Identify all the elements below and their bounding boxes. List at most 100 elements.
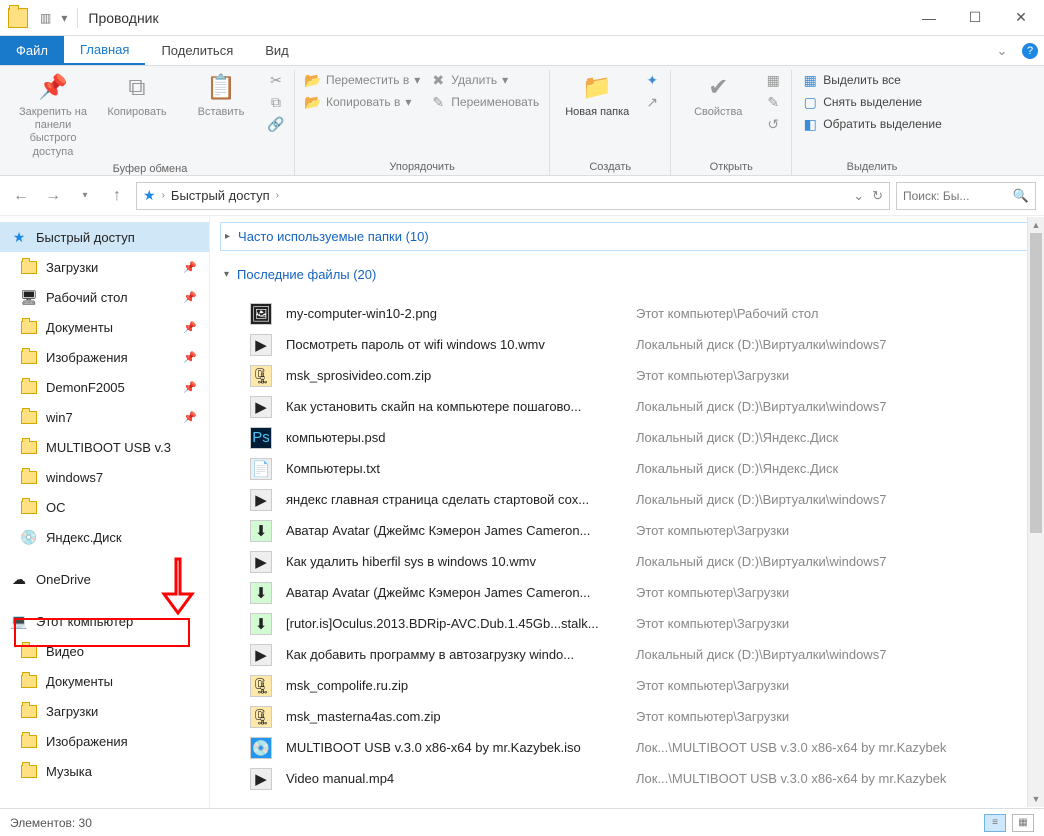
minimize-button[interactable]: —: [906, 0, 952, 36]
qat-new-folder-icon[interactable]: ▾: [61, 11, 67, 25]
file-row[interactable]: Psкомпьютеры.psdЛокальный диск (D:)\Янде…: [220, 422, 1034, 453]
file-row[interactable]: 📄Компьютеры.txtЛокальный диск (D:)\Яндек…: [220, 453, 1034, 484]
breadcrumb-quick-access[interactable]: Быстрый доступ: [171, 188, 270, 203]
file-row[interactable]: 🗜msk_masterna4as.com.zipЭтот компьютер\З…: [220, 701, 1034, 732]
refresh-button[interactable]: ↻: [872, 188, 883, 204]
group-select-label: Выделить: [802, 157, 942, 173]
open-button[interactable]: ▦: [765, 72, 781, 88]
easy-access-button[interactable]: ↗: [644, 94, 660, 110]
sidebar-item-музыка[interactable]: Музыка: [0, 756, 209, 786]
rename-button[interactable]: ✎Переименовать: [430, 94, 539, 110]
cut-button[interactable]: ✂: [268, 72, 284, 88]
file-row[interactable]: ▶Video manual.mp4Лок...\MULTIBOOT USB v.…: [220, 763, 1034, 794]
file-name: Как установить скайп на компьютере пошаг…: [286, 399, 636, 414]
view-details-button[interactable]: ≡: [984, 814, 1006, 832]
sidebar-item-label: Музыка: [46, 764, 92, 779]
annotation-arrow-icon: [159, 556, 197, 616]
sidebar-item-изображения[interactable]: Изображения: [0, 726, 209, 756]
file-row[interactable]: 🗜msk_sprosivideo.com.zipЭтот компьютер\З…: [220, 360, 1034, 391]
file-list: 🖼my-computer-win10-2.pngЭтот компьютер\Р…: [220, 298, 1034, 794]
ribbon-collapse[interactable]: ⌄: [988, 36, 1016, 65]
close-button[interactable]: ✕: [998, 0, 1044, 36]
sidebar-item-загрузки[interactable]: Загрузки: [0, 696, 209, 726]
scroll-up-icon[interactable]: ▲: [1028, 217, 1044, 233]
file-name: Компьютеры.txt: [286, 461, 636, 476]
back-button[interactable]: ←: [8, 183, 34, 209]
invert-selection-button[interactable]: ◧Обратить выделение: [802, 116, 942, 132]
history-button[interactable]: ↺: [765, 116, 781, 132]
file-type-icon: ▶: [250, 396, 272, 418]
file-name: MULTIBOOT USB v.3.0 x86-x64 by mr.Kazybe…: [286, 740, 636, 755]
paste-shortcut-button[interactable]: 🔗: [268, 116, 284, 132]
pin-icon: 📌: [183, 261, 197, 274]
file-row[interactable]: ▶Посмотреть пароль от wifi windows 10.wm…: [220, 329, 1034, 360]
sidebar-item-label: Рабочий стол: [46, 290, 128, 305]
scrollbar[interactable]: ▲ ▼: [1027, 217, 1044, 807]
file-row[interactable]: ▶Как добавить программу в автозагрузку w…: [220, 639, 1034, 670]
search-input[interactable]: [903, 189, 1009, 203]
pin-to-quick-access-button[interactable]: 📌Закрепить на панели быстрого доступа: [16, 72, 90, 159]
tab-share[interactable]: Поделиться: [145, 36, 249, 65]
view-icons-button[interactable]: ▦: [1012, 814, 1034, 832]
up-button[interactable]: ↑: [104, 183, 130, 209]
file-row[interactable]: ▶ Как установить скайп на компьютере поша…: [220, 391, 1034, 422]
paste-icon: 📋: [204, 72, 238, 104]
sidebar-item-документы[interactable]: Документы📌: [0, 312, 209, 342]
file-row[interactable]: ⬇Аватар Avatar (Джеймс Кэмерон James Cam…: [220, 577, 1034, 608]
file-menu[interactable]: Файл: [0, 36, 64, 65]
new-folder-button[interactable]: 📁Новая папка: [560, 72, 634, 119]
file-row[interactable]: 🖼my-computer-win10-2.pngЭтот компьютер\Р…: [220, 298, 1034, 329]
file-row[interactable]: ⬇[rutor.is]Oculus.2013.BDRip-AVC.Dub.1.4…: [220, 608, 1034, 639]
file-row[interactable]: 💿MULTIBOOT USB v.3.0 x86-x64 by mr.Kazyb…: [220, 732, 1034, 763]
sidebar-item-документы[interactable]: Документы: [0, 666, 209, 696]
copy-path-button[interactable]: ⧉: [268, 94, 284, 110]
group-recent-files[interactable]: ▾ Последние файлы (20): [220, 261, 1034, 288]
file-location: Лок...\MULTIBOOT USB v.3.0 x86-x64 by mr…: [636, 771, 1034, 786]
sidebar-item-windows7[interactable]: windows7: [0, 462, 209, 492]
file-type-icon: 🖼: [250, 303, 272, 325]
tab-view[interactable]: Вид: [249, 36, 305, 65]
select-all-button[interactable]: ▦Выделить все: [802, 72, 942, 88]
scroll-down-icon[interactable]: ▼: [1028, 791, 1044, 807]
file-location: Этот компьютер\Загрузки: [636, 368, 1034, 383]
maximize-button[interactable]: ☐: [952, 0, 998, 36]
file-row[interactable]: ⬇Аватар Avatar (Джеймс Кэмерон James Cam…: [220, 515, 1034, 546]
select-none-button[interactable]: ▢Снять выделение: [802, 94, 942, 110]
new-item-button[interactable]: ✦: [644, 72, 660, 88]
tab-home[interactable]: Главная: [64, 36, 145, 65]
file-row[interactable]: ▶Как удалить hiberfil sys в windows 10.w…: [220, 546, 1034, 577]
file-row[interactable]: ▶яндекс главная страница сделать стартов…: [220, 484, 1034, 515]
sidebar-item-быстрый-доступ[interactable]: ★Быстрый доступ: [0, 222, 209, 252]
sidebar-item-яндекс-диск[interactable]: 💿Яндекс.Диск: [0, 522, 209, 552]
sidebar-item-изображения[interactable]: Изображения📌: [0, 342, 209, 372]
recent-locations-button[interactable]: ▾: [72, 183, 98, 209]
sidebar-item-загрузки[interactable]: Загрузки📌: [0, 252, 209, 282]
address-box[interactable]: ★ › Быстрый доступ › ⌄ ↻: [136, 182, 890, 210]
group-frequent-folders[interactable]: ▸ Часто используемые папки (10): [220, 222, 1034, 251]
sidebar-item-видео[interactable]: Видео: [0, 636, 209, 666]
search-box[interactable]: 🔍: [896, 182, 1036, 210]
sidebar-item-label: MULTIBOOT USB v.3: [46, 440, 171, 455]
forward-button[interactable]: →: [40, 183, 66, 209]
edit-button[interactable]: ✎: [765, 94, 781, 110]
file-row[interactable]: 🗜msk_compolife.ru.zipЭтот компьютер\Загр…: [220, 670, 1034, 701]
qat-properties-icon[interactable]: ▥: [40, 11, 51, 25]
delete-button[interactable]: ✖Удалить ▾: [430, 72, 539, 88]
properties-button[interactable]: ✔Свойства: [681, 72, 755, 119]
sidebar-item-ос[interactable]: ОС: [0, 492, 209, 522]
help-button[interactable]: ?: [1016, 36, 1044, 65]
ribbon: 📌Закрепить на панели быстрого доступа ⧉К…: [0, 66, 1044, 176]
sidebar-item-рабочий-стол[interactable]: 🖥Рабочий стол📌: [0, 282, 209, 312]
copy-button[interactable]: ⧉Копировать: [100, 72, 174, 119]
move-to-button[interactable]: 📂Переместить в ▾: [305, 72, 420, 88]
copy-to-button[interactable]: 📂Копировать в ▾: [305, 94, 420, 110]
sidebar-item-demonf2005[interactable]: DemonF2005📌: [0, 372, 209, 402]
search-icon: 🔍: [1013, 188, 1029, 204]
address-dropdown-icon[interactable]: ⌄: [853, 188, 864, 204]
file-type-icon: 🗜: [250, 706, 272, 728]
sidebar-item-multiboot-usb-v-3[interactable]: MULTIBOOT USB v.3: [0, 432, 209, 462]
paste-button[interactable]: 📋Вставить: [184, 72, 258, 119]
scrollbar-thumb[interactable]: [1030, 233, 1042, 533]
copy-icon: ⧉: [120, 72, 154, 104]
sidebar-item-win7[interactable]: win7📌: [0, 402, 209, 432]
